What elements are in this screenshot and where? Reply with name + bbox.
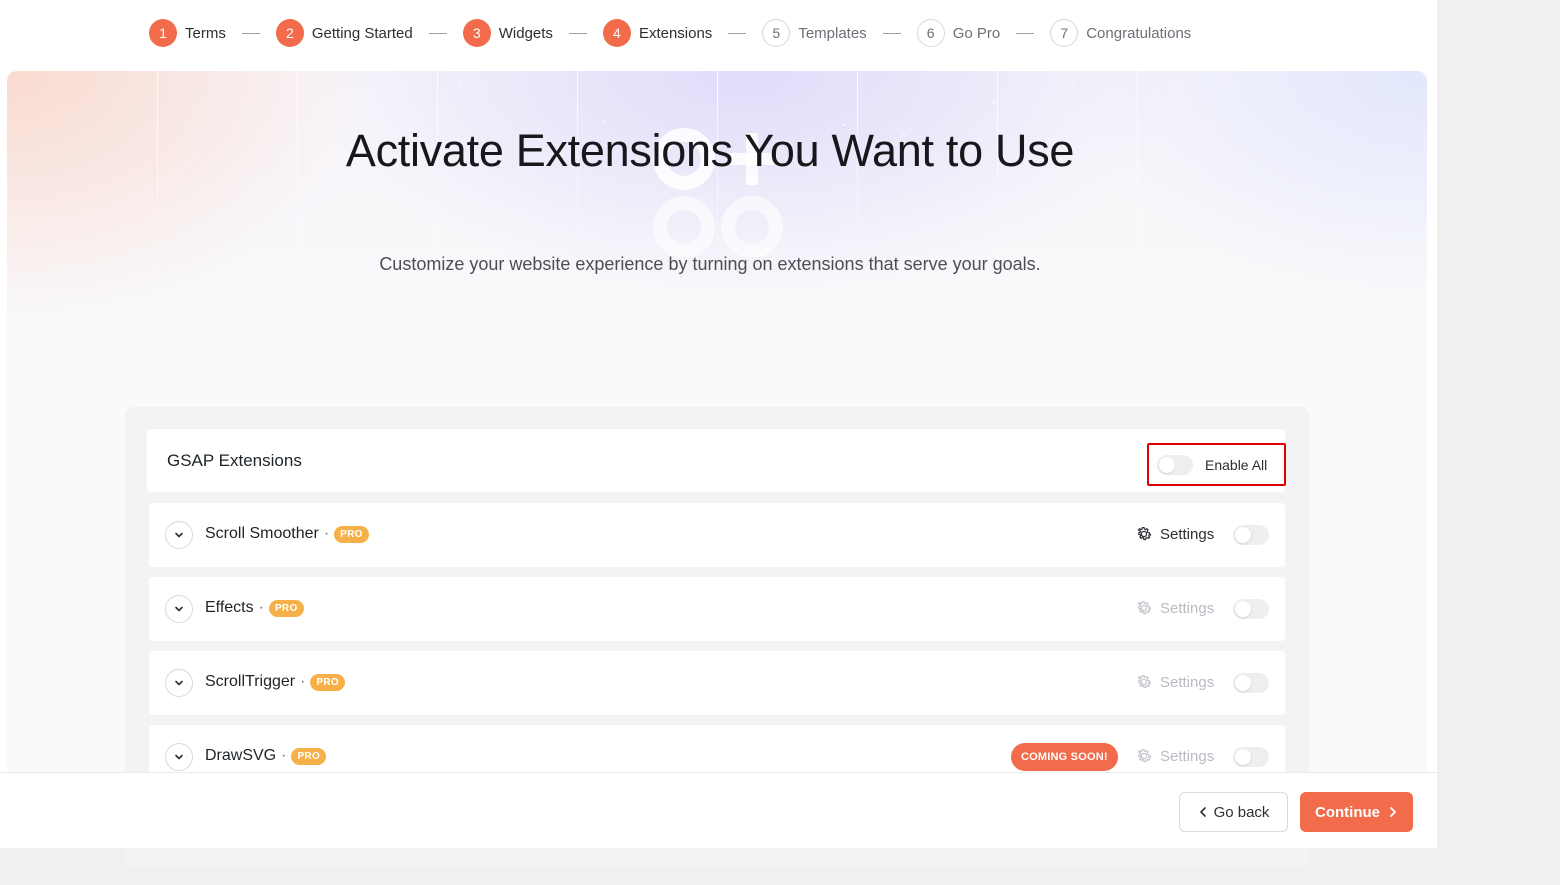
extension-toggle[interactable]: [1233, 747, 1269, 767]
extension-title: Scroll Smoother · PRO: [205, 525, 369, 543]
decorative-dot: [783, 95, 785, 97]
name-separator: ·: [258, 599, 264, 616]
onboarding-panel: 1 Terms 2 Getting Started 3 Widgets 4 Ex…: [0, 0, 1437, 867]
step-separator: [428, 32, 447, 34]
chevron-left-icon: [1199, 807, 1206, 817]
decorative-dot: [458, 84, 460, 86]
step-label: Widgets: [498, 24, 553, 42]
settings-button[interactable]: Settings: [1135, 747, 1214, 765]
extension-row: ScrollTrigger · PRO Settings: [149, 651, 1285, 715]
enable-all-toggle[interactable]: Enable All: [1147, 443, 1286, 486]
step-label: Templates: [798, 24, 867, 42]
gear-icon: [1137, 527, 1152, 541]
settings-label: Settings: [1160, 525, 1215, 543]
page-title: Activate Extensions You Want to Use: [345, 125, 1075, 176]
expand-button[interactable]: [165, 521, 193, 549]
extension-name: Scroll Smoother: [205, 525, 319, 542]
group-header: GSAP Extensions Enable All: [147, 429, 1286, 492]
chevron-down-icon: [175, 754, 183, 760]
step-label: Go Pro: [952, 24, 1001, 42]
step-number: 5: [762, 19, 791, 47]
pro-badge: PRO: [291, 747, 327, 765]
gear-icon: [1137, 601, 1152, 615]
setup-stepper: 1 Terms 2 Getting Started 3 Widgets 4 Ex…: [149, 19, 1191, 47]
decorative-line: [157, 71, 158, 301]
settings-label: Settings: [1160, 673, 1215, 691]
chevron-down-icon: [175, 680, 183, 686]
go-back-button[interactable]: Go back: [1179, 792, 1288, 832]
enable-all-switch[interactable]: [1157, 454, 1193, 475]
settings-label: Settings: [1160, 599, 1215, 617]
continue-button[interactable]: Continue: [1300, 792, 1413, 832]
expand-button[interactable]: [165, 595, 193, 623]
pro-badge: PRO: [310, 673, 345, 691]
settings-button[interactable]: Settings: [1135, 525, 1214, 543]
settings-button[interactable]: Settings: [1135, 599, 1214, 617]
step-separator: [241, 32, 260, 34]
extension-row: Scroll Smoother · PRO Settings: [149, 503, 1285, 567]
go-back-label: Go back: [1213, 803, 1270, 821]
step-number: 7: [1050, 19, 1079, 47]
extension-name: DrawSVG: [205, 747, 277, 764]
step-number: 1: [149, 19, 177, 47]
extension-name: ScrollTrigger: [205, 673, 296, 690]
chevron-right-icon: [1390, 807, 1396, 817]
step-number: 3: [462, 19, 491, 47]
group-title: GSAP Extensions: [167, 451, 302, 470]
pro-badge: PRO: [268, 599, 304, 617]
name-separator: ·: [300, 673, 306, 690]
enable-all-label: Enable All: [1205, 456, 1268, 473]
gear-icon: [1137, 675, 1152, 689]
expand-button[interactable]: [165, 743, 193, 771]
pro-badge: PRO: [334, 525, 369, 543]
step-terms[interactable]: 1 Terms: [149, 19, 226, 47]
gear-icon: [1137, 749, 1152, 763]
extension-row: Effects · PRO Settings: [149, 577, 1285, 641]
chevron-down-icon: [175, 532, 183, 538]
step-getting-started[interactable]: 2 Getting Started: [275, 19, 413, 47]
extension-toggle[interactable]: [1233, 525, 1269, 545]
page-subtitle: Customize your website experience by tur…: [379, 254, 1041, 274]
settings-label: Settings: [1160, 747, 1215, 765]
step-label: Terms: [185, 24, 226, 42]
name-separator: ·: [281, 747, 287, 764]
expand-button[interactable]: [165, 669, 193, 697]
step-label: Congratulations: [1086, 24, 1192, 42]
settings-button[interactable]: Settings: [1135, 673, 1214, 691]
extension-title: ScrollTrigger · PRO: [205, 673, 345, 691]
extension-toggle[interactable]: [1233, 599, 1269, 619]
extension-title: DrawSVG · PRO: [205, 747, 327, 765]
decorative-dot: [993, 101, 995, 103]
footer-bar: Go back Continue: [0, 772, 1437, 848]
step-congratulations[interactable]: 7 Congratulations: [1050, 19, 1191, 47]
step-label: Extensions: [638, 24, 713, 42]
step-separator: [568, 32, 587, 34]
step-number: 4: [602, 19, 631, 47]
step-number: 6: [916, 19, 945, 47]
step-templates[interactable]: 5 Templates: [762, 19, 867, 47]
step-go-pro[interactable]: 6 Go Pro: [916, 19, 1001, 47]
name-separator: ·: [323, 525, 330, 542]
step-label: Getting Started: [311, 24, 413, 42]
extension-toggle[interactable]: [1233, 673, 1269, 693]
step-number: 2: [275, 19, 304, 47]
step-separator: [1016, 32, 1035, 34]
step-extensions[interactable]: 4 Extensions: [602, 19, 713, 47]
decorative-dot: [1073, 84, 1075, 86]
coming-soon-badge: COMING SOON!: [1011, 743, 1118, 771]
step-separator: [728, 32, 747, 34]
extension-name: Effects: [205, 599, 254, 616]
chevron-down-icon: [175, 606, 183, 612]
extension-title: Effects · PRO: [205, 599, 304, 617]
step-separator: [882, 32, 901, 34]
continue-label: Continue: [1315, 803, 1380, 821]
step-widgets[interactable]: 3 Widgets: [462, 19, 553, 47]
